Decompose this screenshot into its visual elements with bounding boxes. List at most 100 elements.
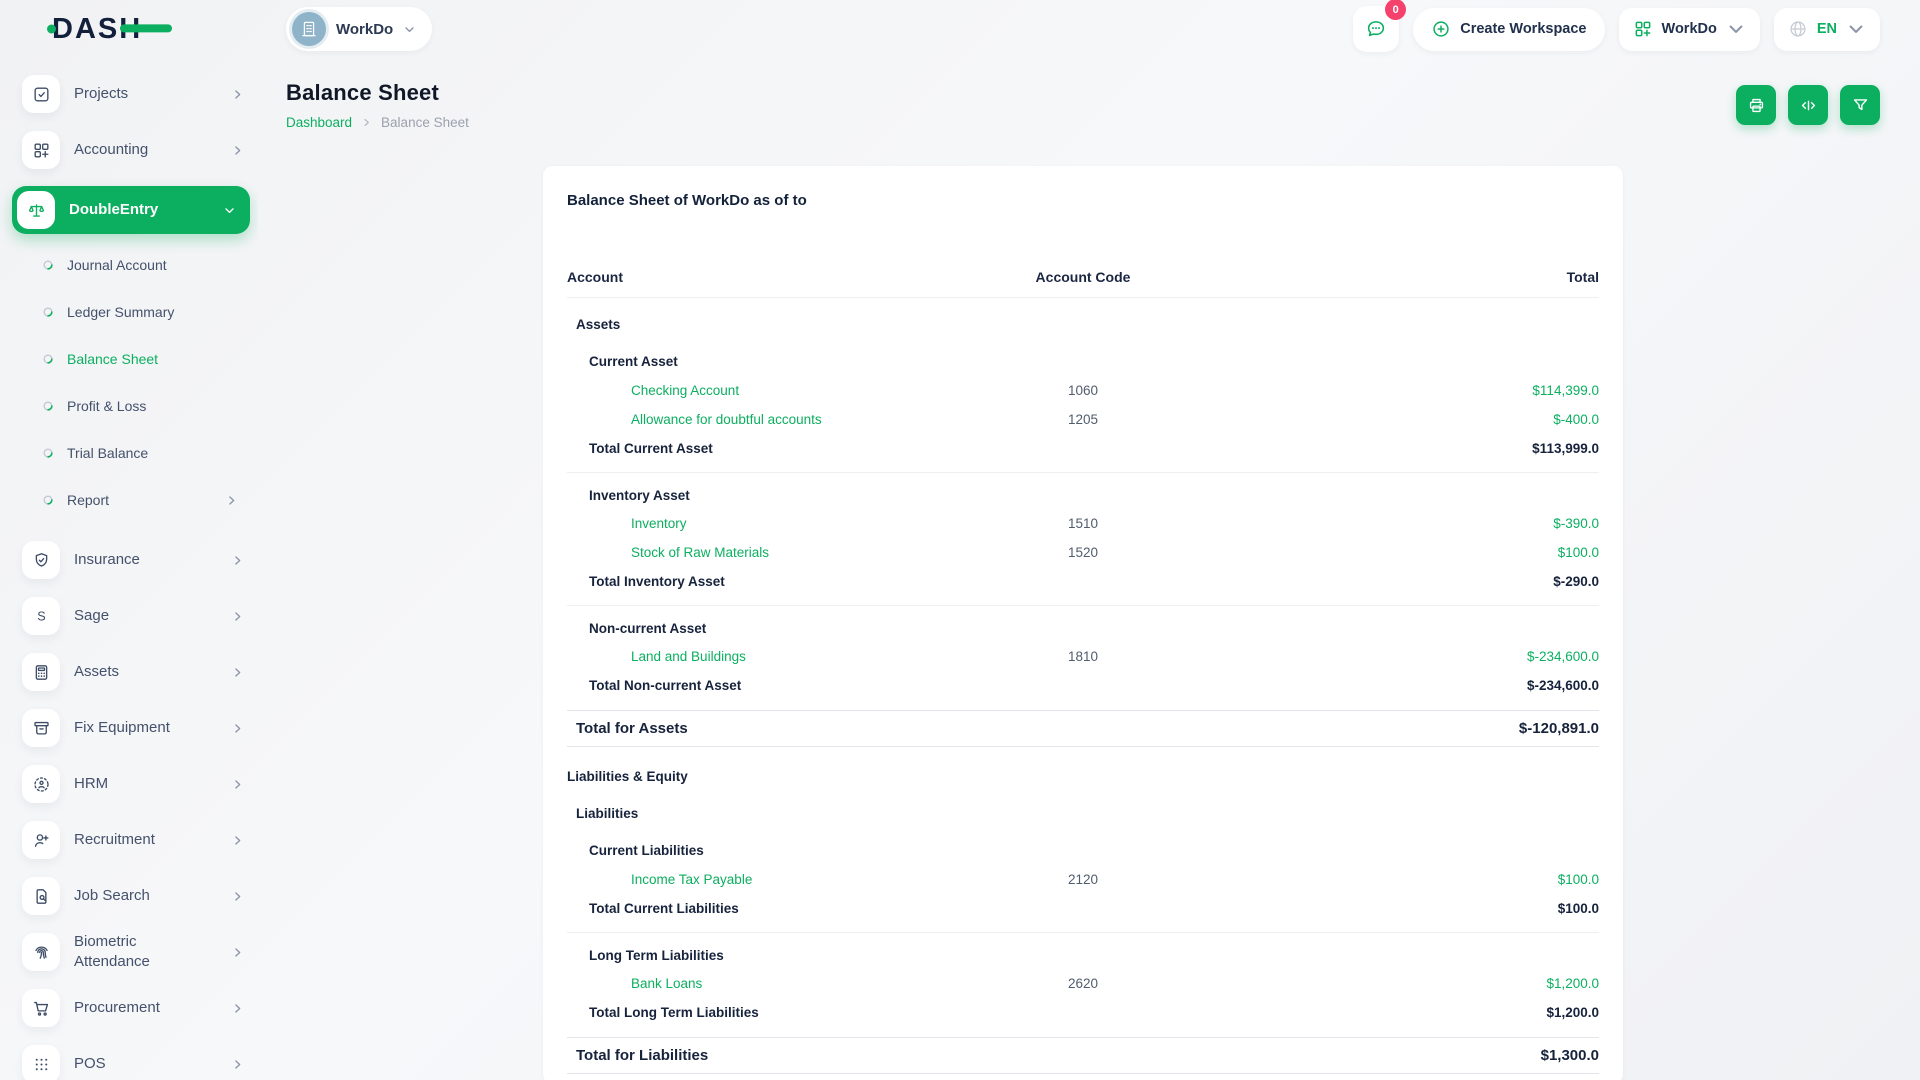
messages-button[interactable]: 0	[1353, 6, 1399, 52]
chevron-right-icon	[231, 722, 244, 735]
grandtotal-row: Total for Liabilities$1,300.0	[567, 1037, 1599, 1074]
sidebar-item-procurement[interactable]: Procurement	[22, 988, 244, 1028]
filter-icon	[1851, 96, 1870, 115]
create-workspace-button[interactable]: Create Workspace	[1413, 8, 1604, 51]
sidebar-item-job-search[interactable]: Job Search	[22, 876, 244, 916]
breadcrumb-dashboard-link[interactable]: Dashboard	[286, 115, 352, 130]
report-rows: AssetsCurrent AssetChecking Account1060$…	[567, 310, 1599, 1074]
account-code-cell: 1205	[968, 412, 1198, 427]
toggle-columns-button[interactable]	[1788, 85, 1828, 125]
topbar: DASH WorkDo 0 Create Workspace WorkDo	[0, 0, 1920, 58]
archive-icon	[22, 709, 60, 747]
language-menu-button[interactable]: EN	[1774, 8, 1880, 51]
total-cell: $114,399.0	[1198, 383, 1599, 398]
account-link[interactable]: Income Tax Payable	[631, 872, 752, 887]
sidebar-item-assets[interactable]: Assets	[22, 652, 244, 692]
total-cell: $113,999.0	[1198, 441, 1599, 456]
chevron-right-icon	[231, 890, 244, 903]
sidebar-item-fix-equipment[interactable]: Fix Equipment	[22, 708, 244, 748]
table-header: Account Account Code Total	[567, 257, 1599, 298]
account-menu-button[interactable]: WorkDo	[1619, 8, 1760, 51]
column-header-account: Account	[567, 269, 968, 285]
sage-icon: S	[22, 597, 60, 635]
account-cell: Allowance for doubtful accounts	[567, 412, 968, 427]
chat-icon	[1365, 18, 1387, 40]
sidebar-subitem-journal-account[interactable]: Journal Account	[42, 250, 244, 280]
app-logo[interactable]: DASH	[52, 13, 142, 46]
chevron-down-icon	[1726, 19, 1746, 39]
sidebar-item-insurance[interactable]: Insurance	[22, 540, 244, 580]
account-cell: Current Asset	[567, 354, 968, 369]
account-link[interactable]: Land and Buildings	[631, 649, 746, 664]
hrm-target-icon	[22, 765, 60, 803]
page-title-block: Balance Sheet Dashboard Balance Sheet	[286, 80, 469, 130]
account-code-cell: 2120	[968, 872, 1198, 887]
sidebar-subitem-label: Journal Account	[67, 257, 167, 273]
sidebar-item-pos[interactable]: POS	[22, 1044, 244, 1080]
account-cell: Liabilities & Equity	[567, 769, 968, 784]
report-title: Balance Sheet of WorkDo as of to	[567, 192, 1599, 209]
group-row: Inventory Asset	[567, 472, 1599, 509]
account-link[interactable]: Inventory	[631, 516, 687, 531]
fingerprint-icon	[22, 933, 60, 971]
group-row: Current Liabilities	[567, 836, 1599, 865]
sidebar-subitem-label: Trial Balance	[67, 445, 148, 461]
sidebar-subitem-balance-sheet[interactable]: Balance Sheet	[42, 344, 244, 374]
total-cell: $100.0	[1198, 901, 1599, 916]
code-toggle-icon	[1799, 96, 1818, 115]
chevron-right-icon	[225, 494, 238, 507]
chevron-right-icon	[231, 88, 244, 101]
account-cell: Non-current Asset	[567, 621, 968, 636]
total-cell: $-234,600.0	[1198, 649, 1599, 664]
chevron-down-icon	[1846, 19, 1866, 39]
sidebar-item-doubleentry[interactable]: DoubleEntry	[12, 186, 250, 234]
total-cell: $1,300.0	[1198, 1047, 1599, 1064]
workspace-label: WorkDo	[336, 21, 393, 38]
sidebar-item-projects[interactable]: Projects	[22, 74, 244, 114]
account-cell: Assets	[567, 317, 968, 332]
sidebar-item-label: Insurance	[74, 550, 140, 570]
sidebar-item-biometric-attendance[interactable]: Biometric Attendance	[22, 932, 244, 972]
account-code-cell: 1810	[968, 649, 1198, 664]
chevron-right-icon	[231, 610, 244, 623]
chevron-right-icon	[231, 778, 244, 791]
chevron-right-icon	[231, 834, 244, 847]
workspace-switcher[interactable]: WorkDo	[286, 7, 432, 51]
account-link[interactable]: Allowance for doubtful accounts	[631, 412, 822, 427]
sidebar-subitem-report[interactable]: Report	[42, 485, 244, 515]
balance-scale-icon	[17, 191, 55, 229]
svg-text:S: S	[37, 609, 45, 623]
sidebar-item-label: Projects	[74, 84, 128, 104]
account-row: Allowance for doubtful accounts1205$-400…	[567, 405, 1599, 434]
sidebar-item-recruitment[interactable]: Recruitment	[22, 820, 244, 860]
sidebar-item-hrm[interactable]: HRM	[22, 764, 244, 804]
sidebar-item-label: Job Search	[74, 886, 150, 906]
account-cell: Total Non-current Asset	[567, 678, 968, 693]
bullet-icon	[42, 447, 54, 459]
logo-dot	[47, 25, 56, 34]
account-link[interactable]: Bank Loans	[631, 976, 702, 991]
sidebar-item-label: Fix Equipment	[74, 718, 170, 738]
total-cell: $1,200.0	[1198, 1005, 1599, 1020]
printer-icon	[1747, 96, 1766, 115]
subtotal-row: Total Current Asset$113,999.0	[567, 434, 1599, 463]
group-row: Current Asset	[567, 347, 1599, 376]
sidebar-subitem-label: Ledger Summary	[67, 304, 174, 320]
sidebar-item-accounting[interactable]: Accounting	[22, 130, 244, 170]
print-button[interactable]	[1736, 85, 1776, 125]
total-cell: $-390.0	[1198, 516, 1599, 531]
filter-button[interactable]	[1840, 85, 1880, 125]
sidebar-subitem-profit-loss[interactable]: Profit & Loss	[42, 391, 244, 421]
account-link[interactable]: Checking Account	[631, 383, 739, 398]
account-cell: Land and Buildings	[567, 649, 968, 664]
total-cell: $100.0	[1198, 545, 1599, 560]
sidebar-subitem-trial-balance[interactable]: Trial Balance	[42, 438, 244, 468]
sidebar-item-sage[interactable]: S Sage	[22, 596, 244, 636]
main-content: Balance Sheet Dashboard Balance Sheet	[258, 58, 1920, 1080]
account-code-cell: 1060	[968, 383, 1198, 398]
user-plus-icon	[22, 821, 60, 859]
logo-bar	[120, 24, 172, 32]
sidebar-subitem-ledger-summary[interactable]: Ledger Summary	[42, 297, 244, 327]
account-link[interactable]: Stock of Raw Materials	[631, 545, 769, 560]
sidebar-item-label: Sage	[74, 606, 109, 626]
